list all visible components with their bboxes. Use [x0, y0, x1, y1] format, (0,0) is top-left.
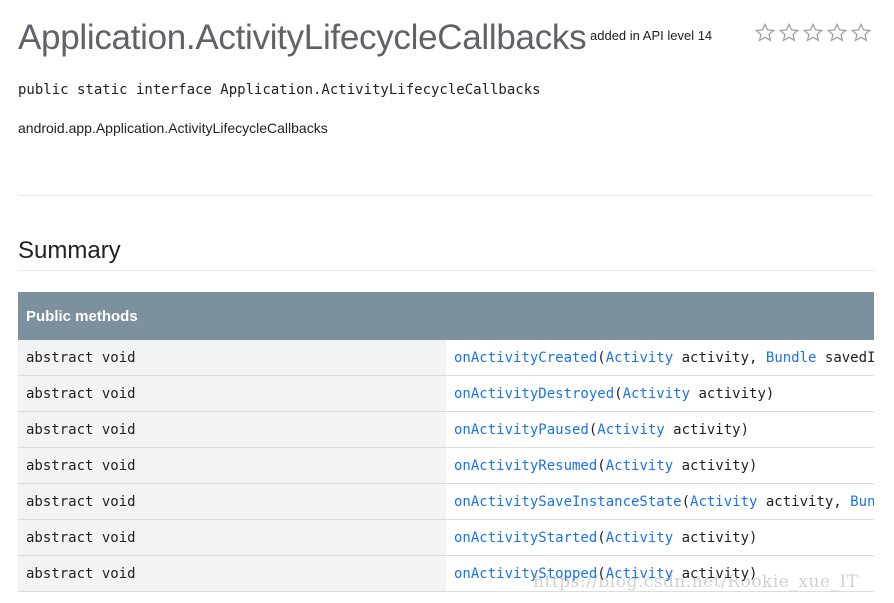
- star-icon[interactable]: [850, 22, 872, 44]
- param-name: activity,: [757, 493, 851, 510]
- type-link[interactable]: Bundle: [850, 494, 874, 510]
- close-paren: ): [749, 529, 758, 546]
- type-link[interactable]: Activity: [597, 422, 664, 438]
- param-name: activity: [673, 457, 750, 474]
- type-link[interactable]: Bundle: [766, 350, 817, 366]
- star-icon[interactable]: [754, 22, 776, 44]
- method-signature: onActivityStarted(Activity activity): [446, 519, 874, 556]
- star-icon[interactable]: [826, 22, 848, 44]
- table-row: abstract void onActivitySaveInstanceStat…: [18, 483, 874, 520]
- method-link[interactable]: onActivityResumed: [454, 458, 597, 474]
- close-paren: ): [740, 421, 750, 438]
- public-methods-table: Public methods abstract void onActivityC…: [18, 292, 874, 592]
- star-rating: [754, 22, 872, 44]
- close-paren: ): [765, 385, 775, 402]
- watermark: https://blog.csdn.net/Rookie_xue_IT: [533, 572, 859, 592]
- type-link[interactable]: Activity: [690, 494, 757, 510]
- method-signature: onActivityResumed(Activity activity): [446, 447, 874, 484]
- method-link[interactable]: onActivityCreated: [454, 350, 597, 366]
- return-type: abstract void: [18, 519, 446, 556]
- table-row: abstract void onActivityPaused(Activity …: [18, 411, 874, 448]
- return-type: abstract void: [18, 555, 446, 592]
- type-link[interactable]: Activity: [606, 350, 673, 366]
- method-link[interactable]: onActivityPaused: [454, 422, 589, 438]
- table-row: abstract void onActivityCreated(Activity…: [18, 340, 874, 376]
- close-paren: ): [749, 457, 758, 474]
- param-name: activity: [664, 421, 741, 438]
- table-row: abstract void onActivityResumed(Activity…: [18, 447, 874, 484]
- type-link[interactable]: Activity: [606, 530, 673, 546]
- type-link[interactable]: Activity: [606, 458, 673, 474]
- star-icon[interactable]: [802, 22, 824, 44]
- type-link[interactable]: Activity: [623, 386, 690, 402]
- table-row: abstract void onActivityDestroyed(Activi…: [18, 375, 874, 412]
- table-row: abstract void onActivityStarted(Activity…: [18, 519, 874, 556]
- summary-heading: Summary: [18, 237, 121, 264]
- return-type: abstract void: [18, 447, 446, 484]
- return-type: abstract void: [18, 375, 446, 412]
- method-signature: onActivityCreated(Activity activity, Bun…: [446, 340, 874, 376]
- star-icon[interactable]: [778, 22, 800, 44]
- package-path: android.app.Application.ActivityLifecycl…: [18, 120, 328, 136]
- interface-signature: public static interface Application.Acti…: [18, 82, 541, 98]
- method-signature: onActivitySaveInstanceState(Activity act…: [446, 483, 874, 520]
- method-signature: onActivityPaused(Activity activity): [446, 411, 874, 448]
- param-name: savedInstanceState: [824, 349, 874, 366]
- divider: [18, 195, 874, 196]
- method-link[interactable]: onActivityDestroyed: [454, 386, 614, 402]
- param-name: activity: [673, 529, 750, 546]
- method-link[interactable]: onActivitySaveInstanceState: [454, 494, 682, 510]
- page-title: Application.ActivityLifecycleCallbacks: [18, 18, 587, 57]
- method-signature: onActivityDestroyed(Activity activity): [446, 375, 874, 412]
- api-level-label: added in API level 14: [590, 28, 713, 43]
- param-name: activity: [690, 385, 766, 402]
- table-header: Public methods: [18, 292, 874, 340]
- divider: [18, 270, 874, 271]
- return-type: abstract void: [18, 483, 446, 520]
- param-name: activity,: [673, 349, 766, 366]
- return-type: abstract void: [18, 340, 446, 376]
- method-link[interactable]: onActivityStarted: [454, 530, 597, 546]
- return-type: abstract void: [18, 411, 446, 448]
